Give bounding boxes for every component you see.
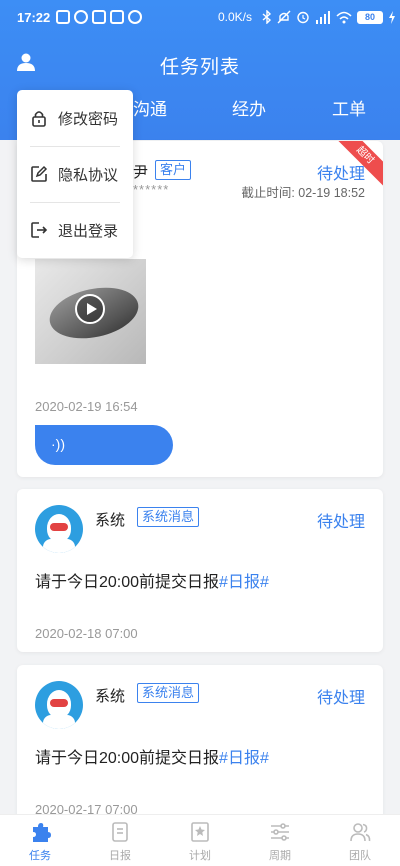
tab-work-order[interactable]: 工单 [332, 95, 366, 120]
battery-icon: 80 [357, 10, 383, 24]
tab-cycle[interactable]: 周期 [240, 815, 320, 866]
tab-label: 日报 [109, 850, 131, 862]
edit-icon [31, 165, 48, 182]
menu-item-privacy-policy[interactable]: 隐私协议 [17, 146, 133, 202]
network-speed: 0.0K/s [218, 10, 253, 24]
user-dropdown-menu: 修改密码 隐私协议 退出登录 [17, 90, 133, 258]
sync-icon [74, 10, 88, 24]
avatar [35, 505, 83, 553]
sender-name: 系统 [95, 512, 126, 529]
tab-plan[interactable]: 计划 [160, 815, 240, 866]
sender-tag: 系统消息 [137, 683, 200, 703]
status-badge[interactable]: 待处理 [317, 508, 365, 532]
menu-label-privacy-policy: 隐私协议 [58, 166, 119, 184]
tab-tasks[interactable]: 任务 [0, 815, 80, 866]
menu-item-change-password[interactable]: 修改密码 [17, 90, 133, 146]
tab-daily-report[interactable]: 日报 [80, 815, 160, 866]
sender-name: 尹 [133, 164, 149, 181]
cycle-icon [271, 823, 289, 841]
status-time: 17:22 [17, 10, 51, 25]
bluetooth-icon [262, 10, 272, 24]
sender-name: 系统 [95, 688, 126, 705]
status-badge[interactable]: 待处理 [317, 684, 365, 708]
team-icon [350, 823, 371, 842]
timestamp: 2020-02-19 16:54 [35, 399, 138, 414]
n-app-icon [92, 10, 106, 24]
tab-label: 计划 [189, 850, 211, 862]
message-body: 请于今日20:00前提交日报 [35, 750, 220, 767]
tasks-icon [33, 823, 51, 842]
logout-icon [31, 222, 48, 238]
bottom-tab-bar: 任务 日报 计划 周期 团队 [0, 814, 400, 866]
task-card[interactable]: 系统 系统消息 待处理 请于今日20:00前提交日报#日报# 2020-02-1… [17, 489, 383, 652]
voice-message[interactable]: ·)) [35, 425, 173, 465]
tab-communication[interactable]: 沟通 [133, 95, 167, 120]
menu-label-change-password: 修改密码 [58, 110, 119, 128]
message-text: 请于今日20:00前提交日报#日报# [35, 568, 269, 592]
hashtag-link[interactable]: #日报# [219, 574, 269, 591]
sender-tag: 系统消息 [137, 507, 200, 527]
voice-wave-icon: ·)) [51, 436, 65, 452]
message-icon [110, 10, 124, 24]
lock-icon [32, 111, 46, 127]
tab-label: 任务 [29, 850, 51, 862]
deadline-text: 截止时间: 02-19 18:52 [241, 186, 365, 200]
status-badge[interactable]: 待处理 [317, 160, 365, 184]
notification-icons [56, 10, 142, 24]
daily-report-icon [112, 822, 128, 842]
charging-icon [389, 10, 395, 24]
tab-label: 周期 [269, 850, 291, 862]
signal-icon [316, 10, 330, 24]
sync-icon-2 [128, 10, 142, 24]
tab-team[interactable]: 团队 [320, 815, 400, 866]
video-thumbnail[interactable] [35, 259, 146, 364]
app-notification-icon [56, 10, 70, 24]
plan-icon [191, 822, 209, 842]
masked-phone: ****** [133, 182, 170, 197]
page-title: 任务列表 [159, 57, 240, 78]
system-icons: 80 [262, 10, 396, 24]
tab-label: 团队 [349, 850, 371, 862]
menu-label-logout: 退出登录 [58, 222, 119, 240]
avatar [35, 681, 83, 729]
message-text: 请于今日20:00前提交日报#日报# [35, 744, 269, 768]
mute-icon [277, 10, 291, 24]
status-bar: 17:22 0.0K/s 80 [0, 0, 400, 36]
wifi-icon [336, 11, 352, 23]
message-body: 请于今日20:00前提交日报 [35, 574, 220, 591]
sender-tag: 客户 [155, 160, 192, 180]
task-card[interactable]: 系统 系统消息 待处理 请于今日20:00前提交日报#日报# 2020-02-1… [17, 665, 383, 828]
alarm-icon [297, 11, 309, 24]
timestamp: 2020-02-18 07:00 [35, 626, 138, 641]
tab-handling[interactable]: 经办 [232, 95, 266, 120]
menu-item-logout[interactable]: 退出登录 [17, 202, 133, 258]
hashtag-link[interactable]: #日报# [219, 750, 269, 767]
play-icon[interactable] [75, 294, 105, 324]
